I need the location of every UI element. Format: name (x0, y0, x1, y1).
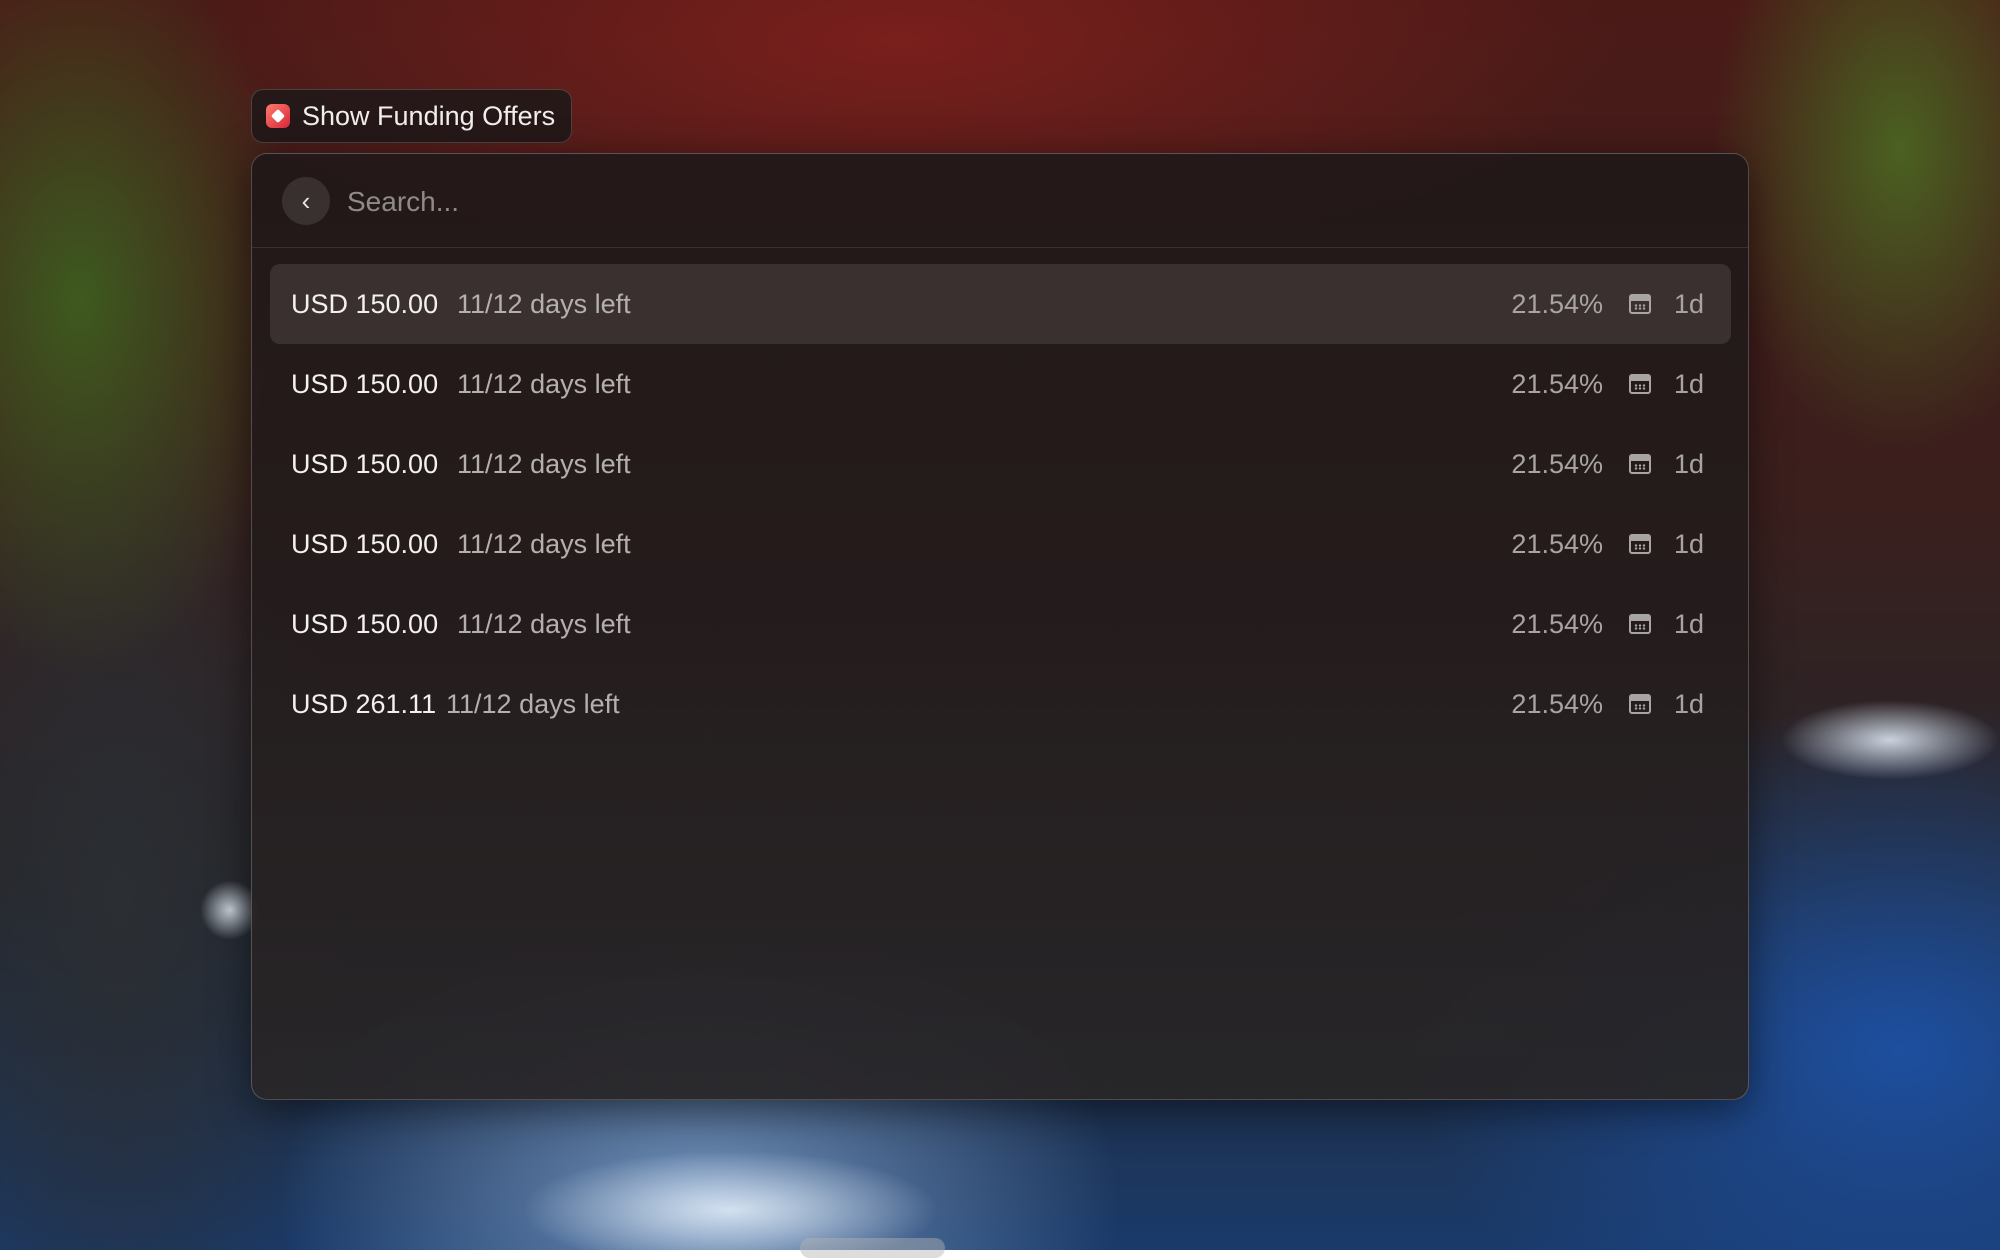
offer-days-left: 11/12 days left (457, 528, 631, 559)
offer-amount: USD 261.11 (291, 688, 437, 719)
list-item[interactable]: USD 150.00 11/12 days left 21.54% 1d (270, 344, 1731, 424)
offer-rate: 21.54% (1511, 368, 1603, 399)
offer-days-left: 11/12 days left (457, 288, 631, 319)
offer-duration: 1d (1673, 448, 1704, 479)
calendar-icon (1629, 694, 1651, 714)
calendar-icon (1629, 374, 1651, 394)
offer-days-left: 11/12 days left (457, 608, 631, 639)
offer-days-left: 11/12 days left (457, 448, 631, 479)
search-bar: ‹ (252, 154, 1748, 248)
list-item[interactable]: USD 150.00 11/12 days left 21.54% 1d (270, 584, 1731, 664)
offer-duration: 1d (1673, 528, 1704, 559)
offer-duration: 1d (1673, 288, 1704, 319)
search-input[interactable] (345, 178, 1699, 226)
offer-rate: 21.54% (1511, 448, 1603, 479)
offer-duration: 1d (1673, 608, 1704, 639)
chevron-left-icon: ‹ (301, 185, 311, 216)
offer-duration: 1d (1673, 688, 1704, 719)
offers-list: USD 150.00 11/12 days left 21.54% 1d USD… (270, 264, 1731, 744)
offer-rate: 21.54% (1511, 688, 1603, 719)
back-button[interactable]: ‹ (282, 177, 330, 225)
command-title-chip: Show Funding Offers (251, 89, 573, 143)
launcher-window: ‹ USD 150.00 11/12 days left 21.54% 1d U… (251, 153, 1749, 1100)
offer-duration: 1d (1673, 368, 1704, 399)
list-item[interactable]: USD 261.11 11/12 days left 21.54% 1d (270, 664, 1731, 744)
offer-rate: 21.54% (1511, 528, 1603, 559)
dock-edge (800, 1238, 945, 1258)
wallpaper-foam (1780, 700, 2000, 780)
app-logo-icon (266, 104, 290, 128)
offer-rate: 21.54% (1511, 608, 1603, 639)
offer-amount: USD 150.00 (291, 608, 439, 639)
calendar-icon (1629, 614, 1651, 634)
offer-amount: USD 150.00 (291, 448, 439, 479)
list-item[interactable]: USD 150.00 11/12 days left 21.54% 1d (270, 264, 1731, 344)
offer-days-left: 11/12 days left (446, 688, 620, 719)
list-item[interactable]: USD 150.00 11/12 days left 21.54% 1d (270, 424, 1731, 504)
calendar-icon (1629, 454, 1651, 474)
offer-rate: 21.54% (1511, 288, 1603, 319)
calendar-icon (1629, 534, 1651, 554)
command-title: Show Funding Offers (302, 100, 556, 131)
offer-days-left: 11/12 days left (457, 368, 631, 399)
list-item[interactable]: USD 150.00 11/12 days left 21.54% 1d (270, 504, 1731, 584)
offer-amount: USD 150.00 (291, 368, 439, 399)
offer-amount: USD 150.00 (291, 528, 439, 559)
calendar-icon (1629, 294, 1651, 314)
offer-amount: USD 150.00 (291, 288, 439, 319)
wallpaper-foam (520, 1150, 940, 1250)
